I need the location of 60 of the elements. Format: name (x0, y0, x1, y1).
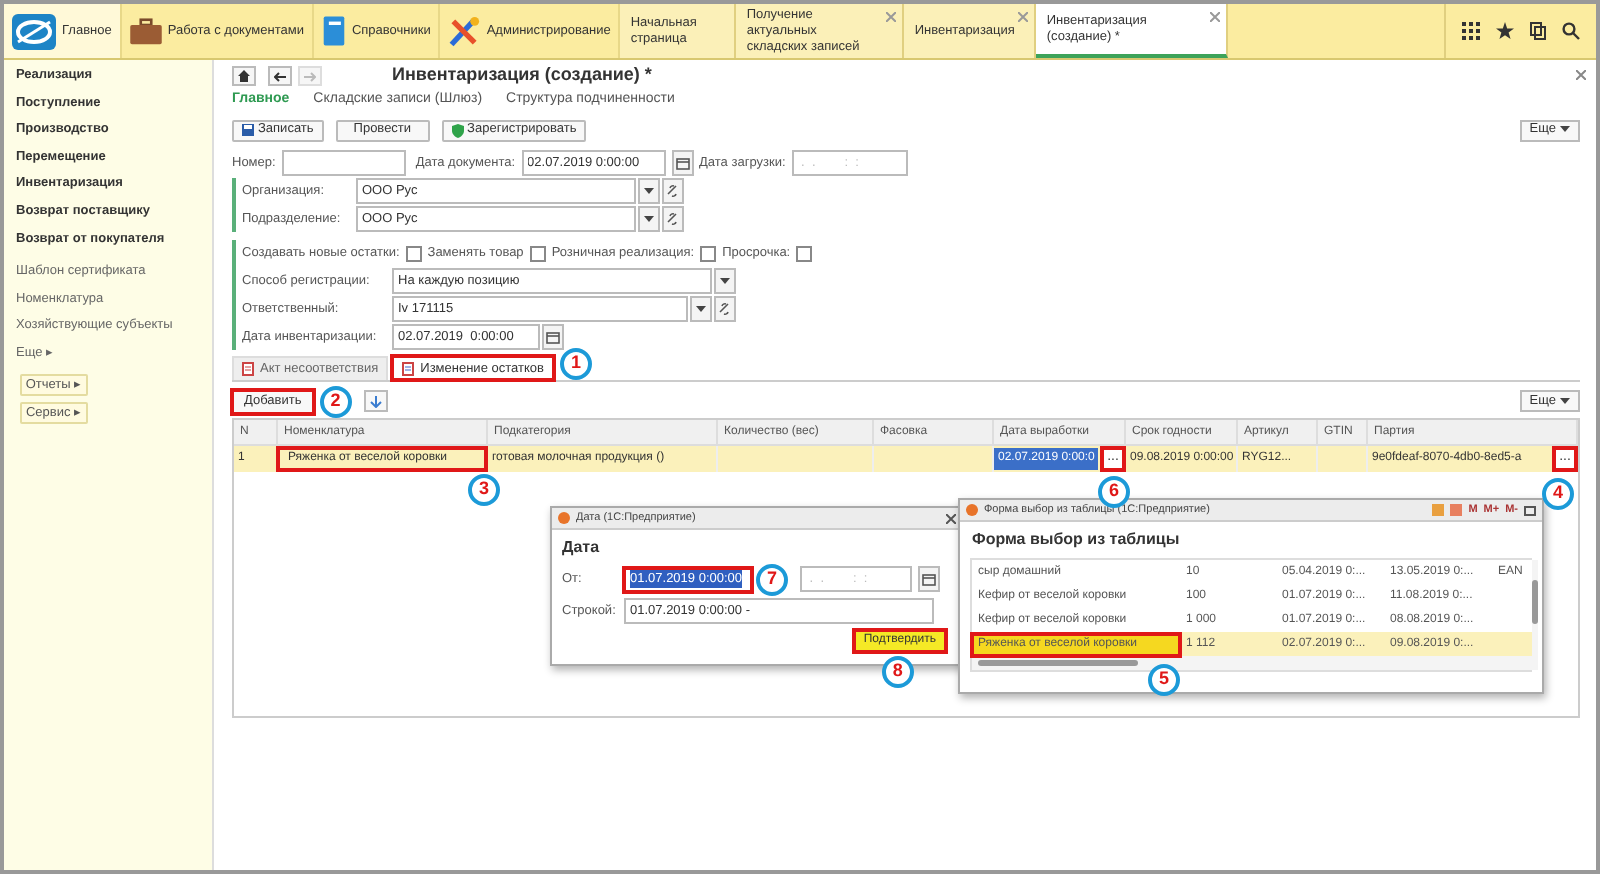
dropdown-button[interactable] (714, 268, 736, 294)
link-icon (666, 184, 680, 198)
vertical-scrollbar[interactable] (1532, 560, 1538, 670)
document-icon (242, 362, 254, 376)
close-icon[interactable] (1210, 12, 1221, 22)
dropdown-icon (696, 305, 706, 313)
callout-marker: 2 (319, 385, 352, 417)
briefcase-icon (129, 17, 162, 45)
open-button[interactable] (662, 178, 684, 204)
down-arrow-icon (369, 395, 382, 407)
checkbox[interactable] (405, 245, 422, 261)
tools-icon (448, 15, 481, 47)
callout-marker: 3 (468, 474, 500, 506)
dropdown-icon (644, 215, 654, 223)
dropdown-button[interactable] (690, 296, 712, 322)
maximize-icon[interactable] (1524, 505, 1536, 515)
home-icon (238, 70, 250, 82)
search-icon[interactable] (1562, 22, 1580, 40)
back-arrow-icon (274, 71, 286, 81)
checkbox[interactable] (700, 245, 717, 261)
forward-arrow-icon (304, 71, 316, 81)
app-icon (558, 512, 570, 524)
dropdown-icon (644, 187, 654, 195)
close-icon[interactable] (946, 513, 956, 523)
logo-icon (12, 13, 56, 49)
home-button[interactable] (232, 66, 256, 86)
floppy-icon (242, 124, 254, 136)
horizontal-scrollbar[interactable] (972, 656, 1532, 670)
caret-icon (1560, 126, 1570, 134)
link-icon (718, 302, 732, 316)
open-button[interactable] (662, 206, 684, 232)
grid-icon[interactable] (1462, 22, 1480, 40)
app-icon (966, 504, 978, 516)
callout-marker: 8 (881, 656, 914, 688)
dialog-heading: Дата (562, 536, 602, 560)
checkbox[interactable] (529, 245, 546, 261)
dialog-heading: Форма выбор из таблицы (970, 528, 1182, 552)
move-down-button[interactable] (363, 390, 388, 412)
callout-marker: 1 (559, 348, 592, 380)
shield-icon (451, 123, 464, 137)
checkbox[interactable] (796, 245, 813, 261)
close-icon[interactable] (1576, 70, 1586, 80)
caret-icon (1560, 397, 1570, 405)
link-icon (666, 212, 680, 226)
document-icon (402, 362, 415, 376)
dropdown-button[interactable] (638, 206, 660, 232)
callout-marker: 7 (756, 563, 788, 595)
calendar-button[interactable] (542, 324, 564, 350)
star-icon[interactable] (1496, 22, 1514, 40)
book-icon (321, 16, 346, 46)
callout-marker: 4 (1542, 478, 1574, 510)
dropdown-button[interactable] (638, 178, 660, 204)
dropdown-icon (720, 277, 730, 285)
back-button[interactable] (268, 66, 292, 86)
open-button[interactable] (714, 296, 736, 322)
number-field[interactable] (281, 150, 406, 176)
copy-icon[interactable] (1530, 22, 1546, 40)
calendar-button[interactable] (918, 566, 940, 592)
calendar-button[interactable] (671, 150, 694, 176)
form-title: Инвентаризация (создание) * (392, 62, 652, 89)
